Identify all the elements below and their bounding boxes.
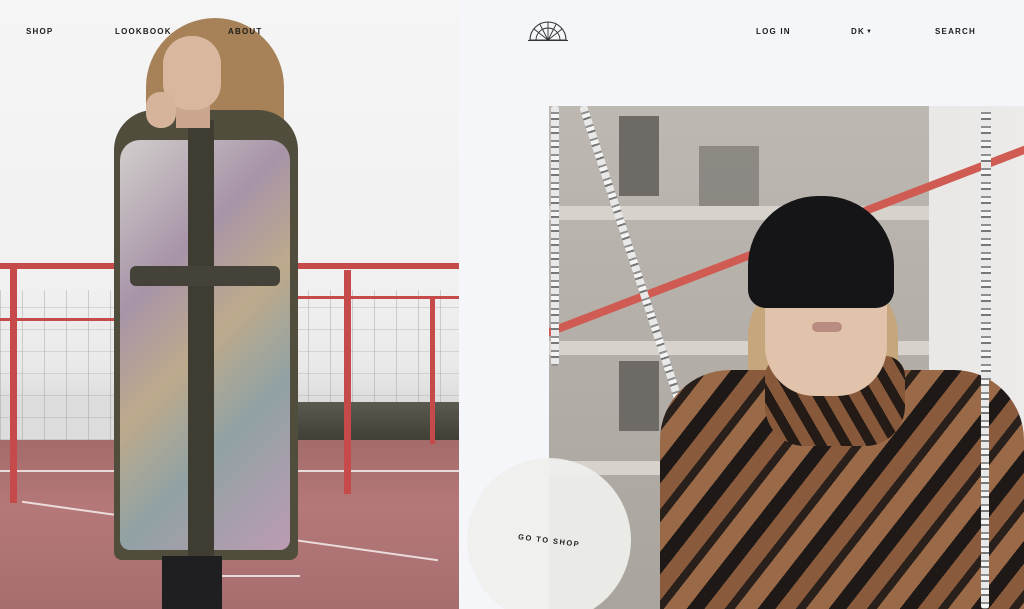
caret-down-icon: ▼	[865, 29, 874, 35]
hero-photo-left	[0, 0, 459, 609]
nav-shop[interactable]: SHOP	[26, 27, 53, 36]
swing-chain	[551, 106, 559, 366]
swing-chain	[981, 106, 989, 609]
currency-selector[interactable]: DK▼	[851, 27, 873, 36]
model-hand	[146, 92, 176, 128]
go-to-shop-label: GO TO SHOP	[517, 531, 581, 549]
nav-search[interactable]: SEARCH	[935, 27, 976, 36]
model-lips	[812, 322, 842, 332]
nav-lookbook[interactable]: LOOKBOOK	[115, 27, 172, 36]
building-window	[619, 361, 659, 431]
building-window	[619, 116, 659, 196]
coat-belt	[130, 266, 280, 286]
red-rail	[280, 296, 459, 299]
coat-placket	[188, 120, 214, 560]
model-boots	[162, 556, 222, 609]
half-sun-icon[interactable]	[528, 20, 568, 42]
go-to-shop-button[interactable]: GO TO SHOP	[467, 458, 631, 609]
red-post	[10, 263, 17, 503]
nav-login[interactable]: LOG IN	[756, 27, 791, 36]
red-post	[344, 270, 351, 494]
currency-label: DK	[851, 27, 865, 36]
red-post	[430, 296, 435, 444]
nav-about[interactable]: ABOUT	[228, 27, 262, 36]
